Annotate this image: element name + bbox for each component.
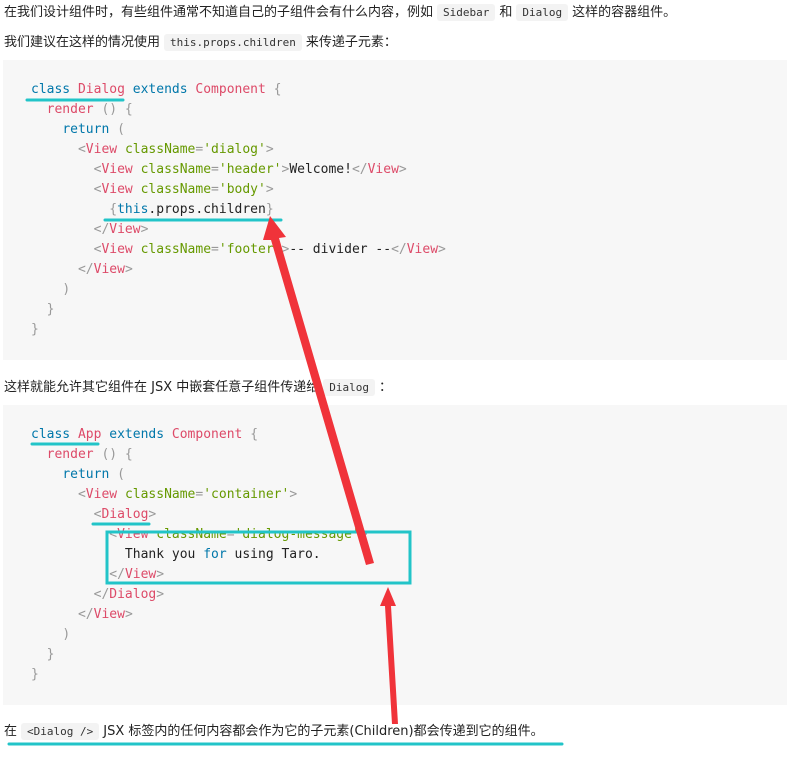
code-line: </View> xyxy=(93,222,149,237)
code-line: } xyxy=(31,667,39,682)
code-line: <View className='container'> xyxy=(77,487,298,502)
code-line: <View className='dialog-message'> xyxy=(109,527,368,542)
code-line: } xyxy=(31,322,39,337)
inline-code-dialog: Dialog xyxy=(323,379,376,396)
code-line: class App extends Component { xyxy=(31,427,259,442)
inline-code-sidebar: Sidebar xyxy=(437,4,496,21)
code-line: render () { xyxy=(46,447,133,462)
mid-text: ： xyxy=(379,380,393,395)
code-line: } xyxy=(46,302,55,317)
outro-text: 在 xyxy=(4,724,18,739)
code-line: <View className='dialog'> xyxy=(77,142,274,157)
intro-text: 和 xyxy=(499,5,513,20)
mid-paragraph: 这样就能允许其它组件在 JSX 中嵌套任意子组件传递给 Dialog： xyxy=(4,378,392,398)
inline-code-dialog-tag: <Dialog /> xyxy=(21,723,100,740)
code-line: class Dialog extends Component { xyxy=(31,82,282,97)
intro-text: 这样的容器组件。 xyxy=(572,5,677,20)
intro-line-2: 我们建议在这样的情况使用 this.props.children 来传递子元素： xyxy=(4,33,397,53)
code-line: </Dialog> xyxy=(93,587,165,602)
intro-line-1: 在我们设计组件时，有些组件通常不知道自己的子组件会有什么内容，例如 Sidebar… xyxy=(4,3,676,23)
code-line: Thank you for using Taro. xyxy=(124,547,321,562)
code-line: <View className='footer'>-- divider --</… xyxy=(93,242,446,257)
intro-text: 来传递子元素： xyxy=(305,35,397,50)
intro-text: 我们建议在这样的情况使用 xyxy=(4,35,161,50)
code-line: <Dialog> xyxy=(93,507,157,522)
code-block-dialog: class Dialog extends Component { render … xyxy=(3,60,787,360)
code-line: return ( xyxy=(62,122,125,137)
code-line: return ( xyxy=(62,467,125,482)
code-line: </View> xyxy=(109,567,165,582)
outro-text: JSX 标签内的任何内容都会作为它的子元素(Children)都会传递到它的组件… xyxy=(103,724,544,739)
inline-code-dialog: Dialog xyxy=(516,4,569,21)
outro-paragraph: 在 <Dialog /> JSX 标签内的任何内容都会作为它的子元素(Childre… xyxy=(4,722,544,742)
mid-text: 这样就能允许其它组件在 JSX 中嵌套任意子组件传递给 xyxy=(4,380,320,395)
code-line: } xyxy=(46,647,55,662)
code-line-children: {this.props.children} xyxy=(109,202,274,217)
code-line: ) xyxy=(62,282,71,297)
intro-text: 在我们设计组件时，有些组件通常不知道自己的子组件会有什么内容，例如 xyxy=(4,5,434,20)
inline-code-children: this.props.children xyxy=(164,34,302,51)
code-line: <View className='body'> xyxy=(93,182,274,197)
code-block-app: class App extends Component { render () … xyxy=(3,405,787,705)
code-line: </View> xyxy=(77,607,133,622)
code-line: render () { xyxy=(46,102,133,117)
code-line: ) xyxy=(62,627,71,642)
code-line: <View className='header'>Welcome!</View> xyxy=(93,162,407,177)
code-line: </View> xyxy=(77,262,133,277)
